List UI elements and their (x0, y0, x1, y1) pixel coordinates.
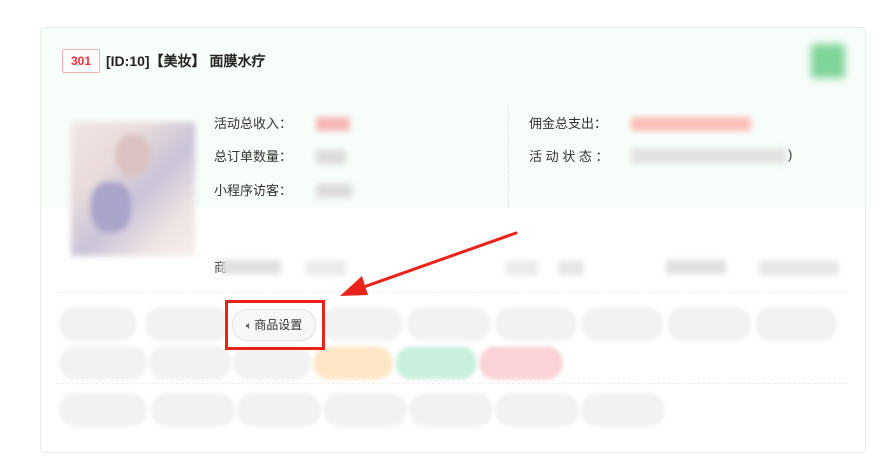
product-image (71, 122, 195, 256)
action-button-5[interactable] (496, 308, 576, 340)
product-image-face (115, 134, 151, 176)
action-button-14[interactable] (238, 394, 320, 426)
action-button-17[interactable] (496, 394, 578, 426)
action-button-9[interactable] (60, 347, 146, 379)
action-button-15[interactable] (324, 394, 406, 426)
info-row-blur-2 (306, 261, 346, 275)
stats-divider (508, 106, 509, 208)
row-divider-2 (56, 383, 846, 384)
action-button-2[interactable] (146, 308, 228, 340)
action-button-12[interactable] (60, 394, 146, 426)
info-row-blur-1 (221, 260, 281, 274)
annotation-highlight-box (225, 300, 325, 350)
activity-card: 301 [ID:10]【美妆】 面膜水疗 活动总收入： 总订单数量： 小程序访客… (40, 27, 866, 453)
action-button-16[interactable] (410, 394, 492, 426)
action-button-3[interactable] (322, 308, 402, 340)
id-badge: 301 (62, 49, 100, 73)
status-label: 活 动 状 态 ： (529, 149, 609, 164)
action-button-8[interactable] (756, 308, 836, 340)
income-label: 活动总收入： (214, 116, 293, 131)
income-value (316, 117, 350, 131)
status-suffix: ) (788, 147, 793, 162)
commission-label: 佣金总支出： (529, 116, 608, 131)
commission-value (631, 117, 751, 131)
info-row-blur-6 (759, 261, 839, 275)
action-button-11[interactable] (234, 347, 310, 379)
action-button-red[interactable] (480, 347, 562, 379)
visitors-value (316, 184, 352, 198)
action-button-6[interactable] (582, 308, 662, 340)
orders-value (316, 150, 346, 164)
orders-label: 总订单数量： (214, 149, 293, 164)
action-button-4[interactable] (408, 308, 490, 340)
row-divider-1 (56, 292, 846, 293)
action-button-10[interactable] (150, 347, 230, 379)
info-row-blur-5 (666, 260, 726, 274)
action-button-green[interactable] (396, 347, 476, 379)
corner-status-block[interactable] (811, 44, 845, 78)
action-button-18[interactable] (582, 394, 664, 426)
action-button-13[interactable] (152, 394, 234, 426)
product-image-detail (91, 182, 131, 232)
visitors-label: 小程序访客： (214, 183, 293, 198)
status-value (631, 148, 786, 164)
info-row-blur-3 (506, 261, 538, 275)
action-button-1[interactable] (60, 308, 136, 340)
activity-title[interactable]: [ID:10]【美妆】 面膜水疗 (106, 50, 265, 72)
action-button-orange[interactable] (314, 347, 392, 379)
action-button-7[interactable] (668, 308, 750, 340)
info-row-blur-4 (558, 261, 584, 275)
